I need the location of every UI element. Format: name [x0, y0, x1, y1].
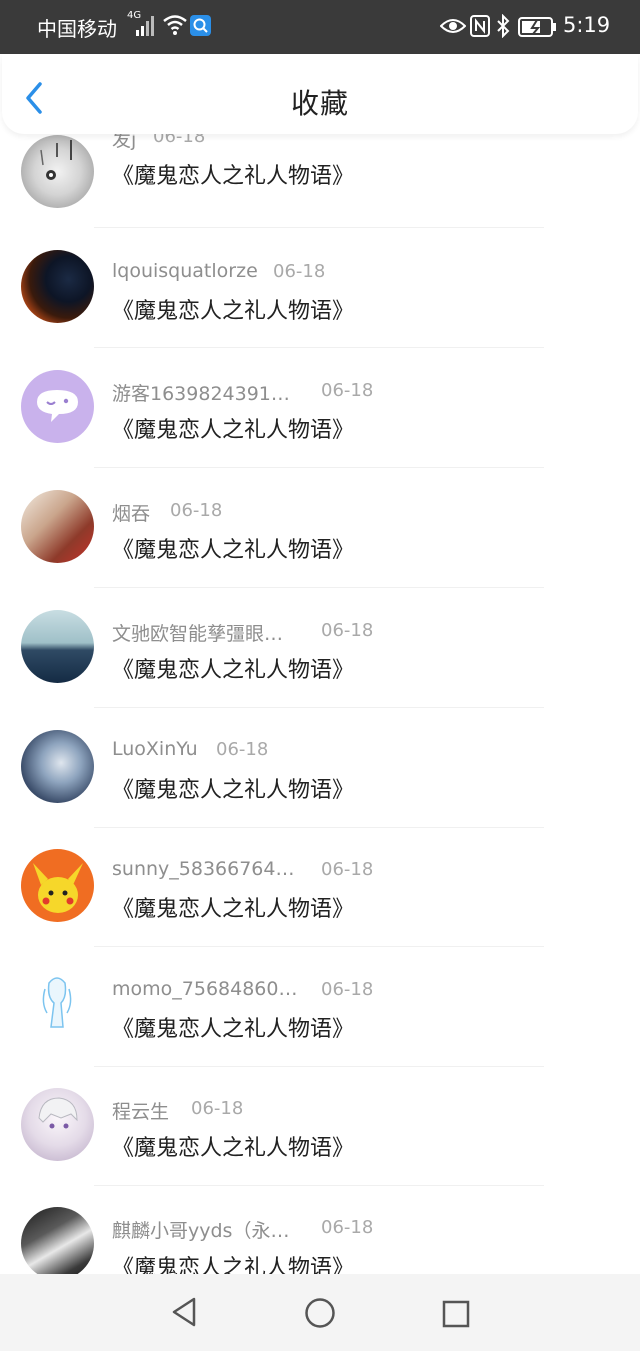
user-name: 文驰欧智能孳彊眼… — [112, 623, 284, 645]
user-name: 程云生 — [112, 1101, 170, 1123]
list-item[interactable]: LuoXinYu 06-18 《魔鬼恋人之礼人物语》 — [0, 717, 640, 836]
avatar[interactable] — [21, 969, 94, 1042]
nfc-icon — [470, 15, 490, 37]
date: 06-18 — [321, 1217, 374, 1238]
user-name: 发j — [112, 134, 137, 151]
book-title: 《魔鬼恋人之礼人物语》 — [112, 538, 355, 563]
user-name: 麒麟小哥yyds（永… — [112, 1220, 290, 1242]
user-name: sunny_58366764… — [112, 858, 295, 880]
clock: 5:19 — [563, 13, 611, 37]
book-title: 《魔鬼恋人之礼人物语》 — [112, 299, 355, 324]
avatar[interactable] — [21, 849, 94, 922]
list-item[interactable]: 游客1639824391… 06-18 《魔鬼恋人之礼人物语》 — [0, 357, 640, 476]
avatar[interactable] — [21, 610, 94, 683]
nav-back-icon[interactable] — [170, 1296, 198, 1328]
date: 06-18 — [170, 500, 223, 521]
avatar[interactable] — [21, 135, 94, 208]
search-app-icon — [190, 15, 211, 36]
bluetooth-icon — [497, 14, 510, 38]
book-title: 《魔鬼恋人之礼人物语》 — [112, 658, 355, 683]
divider — [94, 946, 544, 947]
avatar[interactable] — [21, 490, 94, 563]
date: 06-18 — [321, 859, 374, 880]
user-name: 烟吞 — [112, 503, 151, 525]
page-title: 收藏 — [290, 87, 349, 120]
status-bar: 中国移动 4G 5:19 — [0, 0, 640, 54]
divider — [94, 587, 544, 588]
book-title: 《魔鬼恋人之礼人物语》 — [112, 418, 355, 443]
divider — [94, 467, 544, 468]
divider — [94, 227, 544, 228]
avatar[interactable] — [21, 1088, 94, 1161]
book-title: 《魔鬼恋人之礼人物语》 — [112, 778, 355, 803]
book-title: 《魔鬼恋人之礼人物语》 — [112, 1136, 355, 1161]
date: 06-18 — [321, 380, 374, 401]
book-title: 《魔鬼恋人之礼人物语》 — [112, 1017, 355, 1042]
date: 06-18 — [321, 620, 374, 641]
battery-icon — [518, 17, 556, 37]
divider — [94, 827, 544, 828]
system-nav-bar — [0, 1274, 640, 1351]
app-header: 收藏 — [2, 54, 638, 134]
book-title: 《魔鬼恋人之礼人物语》 — [112, 897, 355, 922]
date: 06-18 — [153, 134, 206, 147]
list-item[interactable]: 程云生 06-18 《魔鬼恋人之礼人物语》 — [0, 1076, 640, 1195]
wifi-icon — [163, 15, 187, 35]
divider — [94, 347, 544, 348]
date: 06-18 — [273, 261, 326, 282]
avatar[interactable] — [21, 250, 94, 323]
carrier-name: 中国移动 — [37, 17, 117, 41]
book-title: 《魔鬼恋人之礼人物语》 — [112, 164, 355, 189]
list-item[interactable]: momo_75684860… 06-18 《魔鬼恋人之礼人物语》 — [0, 956, 640, 1075]
favorites-list: 发j 06-18 《魔鬼恋人之礼人物语》 lqouisquatlorze 06-… — [0, 134, 640, 1274]
avatar[interactable] — [21, 730, 94, 803]
nav-home-icon[interactable] — [304, 1297, 336, 1329]
avatar[interactable] — [21, 370, 94, 443]
user-name: lqouisquatlorze — [112, 260, 258, 282]
avatar[interactable] — [21, 1207, 94, 1274]
list-item[interactable]: 麒麟小哥yyds（永… 06-18 《魔鬼恋人之礼人物语》 — [0, 1195, 640, 1274]
divider — [94, 707, 544, 708]
date: 06-18 — [191, 1098, 244, 1119]
list-item[interactable]: lqouisquatlorze 06-18 《魔鬼恋人之礼人物语》 — [0, 238, 640, 357]
date: 06-18 — [216, 739, 269, 760]
user-name: 游客1639824391… — [112, 383, 290, 405]
user-name: LuoXinYu — [112, 738, 198, 760]
list-item[interactable]: sunny_58366764… 06-18 《魔鬼恋人之礼人物语》 — [0, 837, 640, 956]
list-item[interactable]: 文驰欧智能孳彊眼… 06-18 《魔鬼恋人之礼人物语》 — [0, 597, 640, 716]
divider — [94, 1185, 544, 1186]
signal-icon — [136, 16, 154, 36]
list-item[interactable]: 烟吞 06-18 《魔鬼恋人之礼人物语》 — [0, 477, 640, 596]
book-title: 《魔鬼恋人之礼人物语》 — [112, 1256, 355, 1274]
date: 06-18 — [321, 979, 374, 1000]
eye-icon — [440, 19, 466, 33]
user-name: momo_75684860… — [112, 978, 298, 1000]
nav-recent-icon[interactable] — [442, 1300, 470, 1328]
divider — [94, 1066, 544, 1067]
list-item[interactable]: 发j 06-18 《魔鬼恋人之礼人物语》 — [0, 134, 640, 238]
